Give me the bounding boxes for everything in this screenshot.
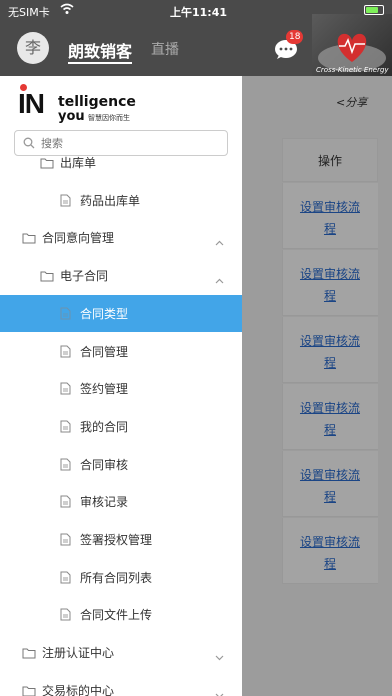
status-bar: 无SIM卡 上午11:41 (0, 0, 392, 22)
search-icon (23, 137, 35, 149)
document-icon (60, 192, 71, 211)
menu-item-label: 电子合同 (60, 269, 109, 284)
message-count-badge: 18 (286, 30, 304, 44)
tab-live[interactable]: 直播 (151, 39, 179, 59)
document-icon (60, 418, 71, 437)
carrier-label: 无SIM卡 (8, 6, 50, 19)
menu-item[interactable]: 电子合同 (0, 257, 242, 294)
menu-item[interactable]: 合同文件上传 (0, 596, 242, 633)
document-icon (60, 569, 71, 588)
menu-item[interactable]: 交易标的中心 (0, 672, 242, 696)
menu-item-label: 药品出库单 (80, 193, 141, 208)
menu-item[interactable]: 审核记录 (0, 483, 242, 520)
logo-initials: IN (18, 88, 45, 119)
user-avatar[interactable]: 李 (17, 32, 49, 64)
menu-item-label: 合同文件上传 (80, 608, 153, 623)
tab-langzhi-sales[interactable]: 朗致销客 (68, 38, 132, 62)
search-input[interactable] (41, 134, 221, 152)
menu-item-label: 合同审核 (80, 457, 129, 472)
menu-search-box[interactable] (14, 130, 228, 156)
menu-item[interactable]: 合同管理 (0, 333, 242, 370)
chevron-up-icon[interactable] (215, 231, 224, 250)
menu-item[interactable]: 合同意向管理 (0, 219, 242, 256)
menu-item[interactable]: 签署授权管理 (0, 521, 242, 558)
menu-item-label: 合同意向管理 (42, 231, 115, 246)
document-icon (60, 606, 71, 625)
document-icon (60, 531, 71, 550)
document-icon (60, 456, 71, 475)
menu-item[interactable]: 出库单 (0, 156, 242, 181)
menu-item-label: 出库单 (60, 156, 97, 170)
menu-item-label: 合同类型 (80, 306, 129, 321)
wifi-icon (60, 3, 74, 14)
folder-icon (22, 644, 36, 663)
menu-item-label: 合同管理 (80, 344, 129, 359)
chevron-up-icon[interactable] (215, 269, 224, 288)
menu-item-label: 所有合同列表 (80, 570, 153, 585)
intelligence-you-logo: IN telligence you 智慧因你而生 (18, 82, 136, 124)
menu-item[interactable]: 合同类型 (0, 294, 242, 332)
folder-icon (40, 267, 54, 286)
menu-item[interactable]: 注册认证中心 (0, 634, 242, 671)
chevron-down-icon[interactable] (215, 684, 224, 696)
menu-item-label: 注册认证中心 (42, 646, 115, 661)
active-tab-indicator (68, 62, 132, 64)
document-icon (60, 493, 71, 512)
menu-item[interactable]: 合同审核 (0, 446, 242, 483)
logo-tagline: 智慧因你而生 (88, 114, 130, 122)
menu-item[interactable]: 所有合同列表 (0, 559, 242, 596)
menu-tree: 出库单药品出库单合同意向管理电子合同合同类型合同管理签约管理我的合同合同审核审核… (0, 156, 242, 696)
folder-icon (40, 156, 54, 173)
battery-icon (364, 5, 384, 15)
status-time: 上午11:41 (170, 6, 228, 19)
document-icon (60, 380, 71, 399)
document-icon (60, 305, 71, 324)
menu-item-label: 交易标的中心 (42, 683, 115, 696)
menu-item[interactable]: 我的合同 (0, 408, 242, 445)
brand-caption: Cross-Kinetic Energy (316, 66, 389, 74)
folder-icon (22, 229, 36, 248)
menu-item-label: 签约管理 (80, 382, 129, 397)
menu-item-label: 审核记录 (80, 495, 129, 510)
menu-item-label: 签署授权管理 (80, 533, 153, 547)
folder-icon (22, 682, 36, 696)
logo-word-top: telligence (58, 94, 136, 110)
menu-item[interactable]: 签约管理 (0, 370, 242, 407)
document-icon (60, 343, 71, 362)
chevron-down-icon[interactable] (215, 646, 224, 665)
logo-word-bottom: you (58, 109, 85, 124)
menu-item-label: 我的合同 (80, 419, 129, 434)
side-drawer: IN telligence you 智慧因你而生 出库单药品出库单合同意向管理电… (0, 76, 242, 696)
menu-item[interactable]: 药品出库单 (0, 182, 242, 219)
